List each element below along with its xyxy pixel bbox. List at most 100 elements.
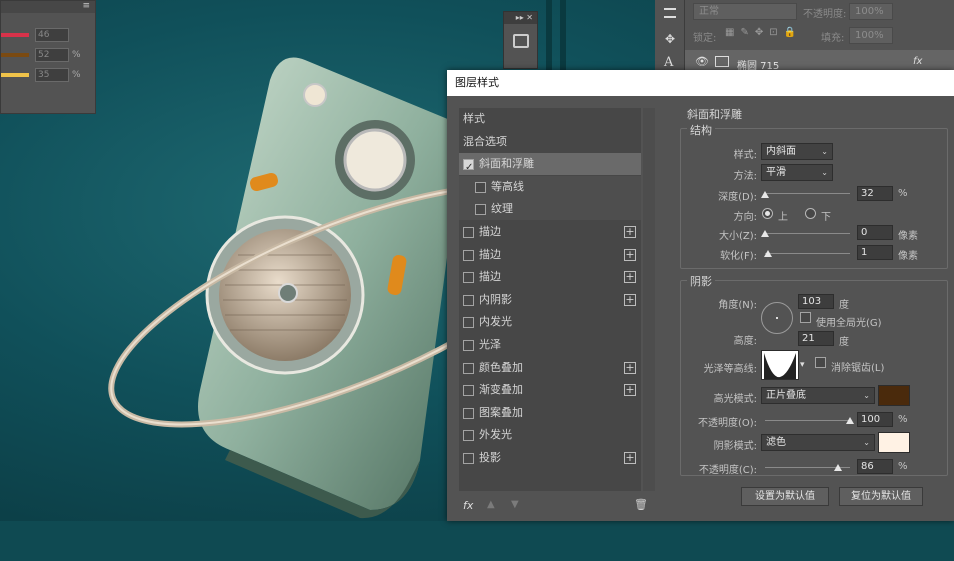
style-enable-checkbox[interactable] — [463, 340, 474, 351]
highlight-opacity-thumb[interactable] — [846, 417, 854, 424]
soften-unit: 像素 — [898, 251, 918, 262]
fill-input[interactable]: 100% — [849, 27, 893, 44]
style-list-item[interactable]: 描边 + — [459, 221, 641, 243]
color-value-input[interactable]: 52 — [35, 48, 69, 62]
style-enable-checkbox[interactable] — [463, 227, 474, 238]
depth-slider-thumb[interactable] — [761, 191, 769, 198]
style-list-item[interactable]: 渐变叠加 + — [459, 379, 641, 401]
style-list-scrollbar[interactable] — [643, 108, 655, 491]
style-list-item[interactable]: 等高线 — [459, 175, 641, 198]
soften-input[interactable]: 1 — [857, 245, 893, 260]
shadow-opacity-input[interactable]: 86 — [857, 459, 893, 474]
reset-default-button[interactable]: 复位为默认值 — [839, 487, 923, 506]
style-list-label: 颜色叠加 — [479, 360, 523, 374]
anti-aliased-checkbox[interactable] — [815, 357, 826, 368]
style-list-item[interactable]: 纹理 — [459, 198, 641, 221]
soften-slider-thumb[interactable] — [763, 250, 772, 257]
global-light-checkbox[interactable] — [800, 312, 811, 323]
visibility-eye-icon[interactable]: 👁 — [695, 55, 709, 68]
highlight-opacity-slider[interactable] — [765, 420, 850, 421]
make-default-button[interactable]: 设置为默认值 — [741, 487, 829, 506]
layer-fx-icon[interactable]: fx — [913, 56, 922, 67]
style-list-item[interactable]: 颜色叠加 + — [459, 357, 641, 379]
shadow-color-swatch[interactable] — [878, 432, 910, 453]
style-list-item[interactable]: 内阴影 + — [459, 289, 641, 311]
delete-icon[interactable]: 🗑 — [634, 498, 648, 511]
add-instance-icon[interactable]: + — [624, 271, 636, 284]
style-enable-checkbox[interactable] — [463, 430, 474, 442]
highlight-opacity-input[interactable]: 100 — [857, 412, 893, 427]
style-list-item[interactable]: 投影 + — [459, 447, 641, 469]
altitude-label: 高度: — [733, 336, 757, 347]
depth-input[interactable]: 32 — [857, 186, 893, 201]
text-tool-icon[interactable]: A — [664, 55, 673, 70]
style-enable-checkbox[interactable] — [463, 362, 474, 374]
style-list-item[interactable]: 斜面和浮雕 — [459, 153, 641, 179]
style-enable-checkbox[interactable] — [463, 157, 474, 179]
blend-mode-select[interactable]: 正常 — [693, 3, 797, 20]
soften-slider[interactable] — [765, 253, 850, 254]
color-slider-bar[interactable] — [1, 53, 29, 57]
style-list-item[interactable]: 样式 — [459, 108, 641, 130]
direction-down-label: 下 — [821, 212, 831, 223]
altitude-input[interactable]: 21 — [798, 331, 834, 346]
style-list-item[interactable]: 图案叠加 — [459, 402, 641, 424]
add-instance-icon[interactable]: + — [624, 226, 636, 238]
brush-tool-icon[interactable]: ✥ — [665, 32, 675, 46]
bevel-style-select[interactable]: 内斜面 ⌄ — [761, 143, 833, 160]
add-instance-icon[interactable]: + — [624, 361, 636, 374]
style-enable-checkbox[interactable] — [463, 272, 474, 284]
add-instance-icon[interactable]: + — [624, 384, 636, 397]
direction-down-radio[interactable] — [805, 208, 816, 219]
contour-dropdown-arrow[interactable]: ▾ — [800, 360, 805, 370]
opacity-input[interactable]: 100% — [849, 3, 893, 20]
color-slider-bar[interactable] — [1, 33, 29, 37]
add-instance-icon[interactable]: + — [624, 293, 636, 306]
global-light-label: 使用全局光(G) — [816, 318, 882, 329]
style-list-item[interactable]: 描边 + — [459, 244, 641, 266]
panel-close-icon[interactable]: ▸▸ ✕ — [504, 12, 537, 24]
style-enable-checkbox[interactable] — [463, 385, 474, 397]
bevel-method-select[interactable]: 平滑 ⌄ — [761, 164, 833, 181]
color-value-input[interactable]: 35 — [35, 68, 69, 82]
size-slider-thumb[interactable] — [761, 230, 769, 237]
adjust-icon[interactable] — [664, 8, 676, 18]
shadow-opacity-unit: % — [898, 461, 908, 472]
move-down-icon[interactable]: ▼ — [511, 499, 519, 510]
add-instance-icon[interactable]: + — [624, 452, 636, 464]
size-input[interactable]: 0 — [857, 225, 893, 240]
depth-slider[interactable] — [765, 193, 850, 194]
style-list-label: 描边 — [479, 225, 501, 238]
style-enable-checkbox[interactable] — [463, 407, 474, 419]
style-enable-checkbox[interactable] — [463, 294, 474, 306]
style-enable-checkbox[interactable] — [463, 453, 474, 464]
style-list-item[interactable]: 内发光 — [459, 311, 641, 333]
angle-dial[interactable] — [761, 302, 793, 334]
style-enable-checkbox[interactable] — [475, 204, 486, 216]
shadow-opacity-thumb[interactable] — [834, 464, 843, 471]
highlight-mode-select[interactable]: 正片叠底 ⌄ — [761, 387, 875, 404]
style-enable-checkbox[interactable] — [463, 249, 474, 261]
shadow-mode-select[interactable]: 滤色 ⌄ — [761, 434, 875, 451]
bevel-section-title: 斜面和浮雕 — [687, 108, 742, 121]
size-slider[interactable] — [765, 233, 850, 234]
gloss-contour-picker[interactable] — [761, 350, 799, 380]
properties-icon[interactable] — [512, 34, 529, 48]
fx-menu-icon[interactable]: fx — [463, 499, 473, 512]
angle-label: 角度(N): — [718, 300, 757, 311]
color-slider-bar[interactable] — [1, 73, 29, 77]
style-enable-checkbox[interactable] — [475, 181, 486, 193]
lock-icons[interactable]: ▦✎✥⊡🔒 — [725, 27, 802, 38]
style-list-item[interactable]: 描边 + — [459, 266, 641, 288]
angle-input[interactable]: 103 — [798, 294, 834, 309]
move-up-icon[interactable]: ▲ — [487, 499, 495, 510]
direction-up-radio[interactable] — [762, 208, 773, 219]
color-value-input[interactable]: 46 — [35, 28, 69, 42]
style-list-item[interactable]: 外发光 — [459, 424, 641, 446]
style-list-item[interactable]: 混合选项 — [459, 131, 641, 153]
style-list-item[interactable]: 光泽 — [459, 334, 641, 356]
add-instance-icon[interactable]: + — [624, 248, 636, 261]
panel-menu-icon[interactable]: ≡ — [82, 1, 90, 11]
highlight-color-swatch[interactable] — [878, 385, 910, 406]
style-enable-checkbox[interactable] — [463, 317, 474, 329]
